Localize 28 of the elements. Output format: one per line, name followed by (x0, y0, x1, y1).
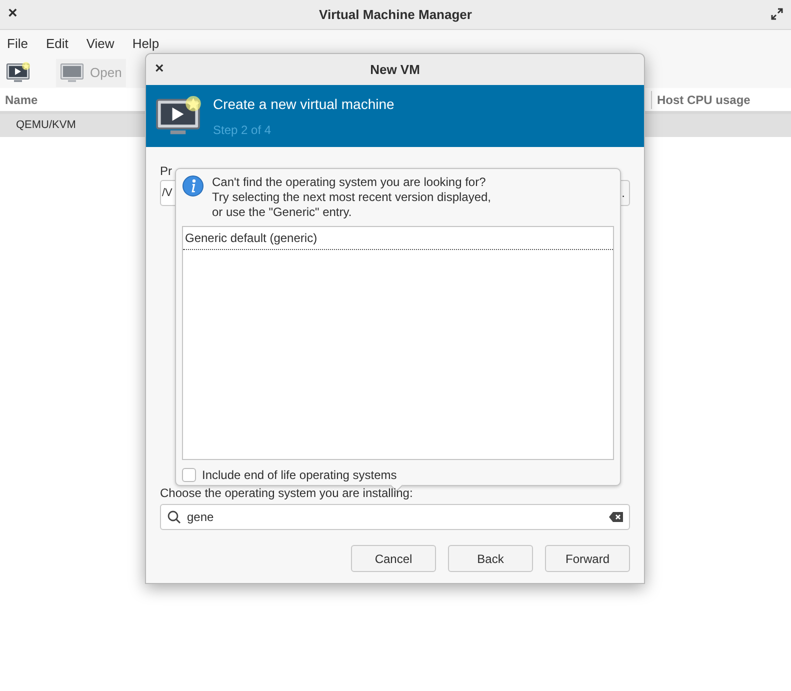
menu-item[interactable]: Help (127, 34, 164, 54)
info-icon (182, 175, 204, 197)
menu-item[interactable]: View (81, 34, 120, 54)
monitor-icon (60, 62, 84, 84)
maximize-icon[interactable] (771, 8, 783, 20)
column-header[interactable]: Name (0, 90, 38, 108)
menu-item[interactable]: File (2, 34, 33, 54)
monitor-icon (6, 62, 30, 84)
search-icon (167, 510, 181, 524)
field-label: Choose the operating system you are installing: (160, 486, 414, 500)
menu-item[interactable]: Edit (40, 34, 74, 54)
close-button[interactable]: × (8, 6, 18, 22)
checkbox[interactable] (182, 468, 196, 482)
step-label: Step 2 of 4 (213, 122, 272, 139)
info-message: Can't find the operating system you are looking for? Try selecting the next most recent version displayed, or use the "Generic" entry. (212, 175, 492, 220)
dialog-button[interactable]: Forward (545, 545, 630, 572)
search-field[interactable]: gene (160, 504, 630, 530)
close-button[interactable]: × (155, 61, 164, 76)
dialog-button[interactable]: Back (448, 545, 533, 572)
clear-icon[interactable] (609, 512, 623, 522)
list-item[interactable]: Generic default (generic) (183, 227, 613, 250)
window-title: Virtual Machine Manager (319, 6, 472, 24)
dialog-title: New VM (370, 60, 420, 79)
dialog-button[interactable]: Cancel (351, 545, 436, 572)
field-label: Pr (160, 163, 173, 178)
checkbox-label: Include end of life operating systems (202, 467, 397, 484)
column-header[interactable]: Host CPU usage (651, 90, 791, 108)
header-title: Create a new virtual machine (213, 95, 394, 114)
